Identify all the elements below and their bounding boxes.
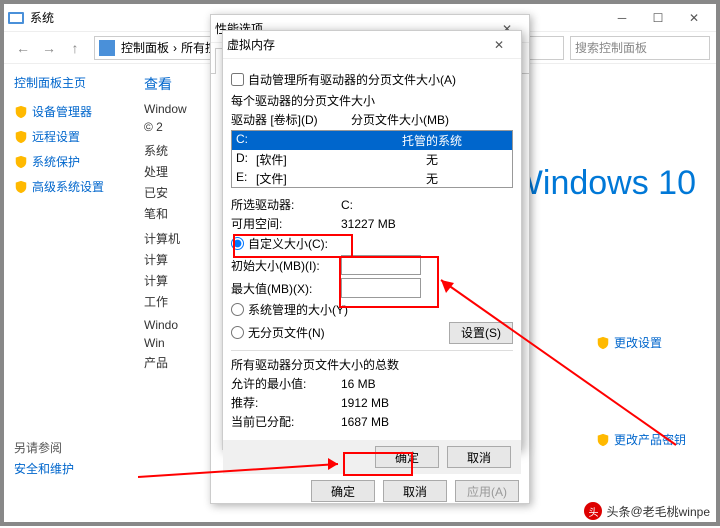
drives-group-label: 每个驱动器的分页文件大小	[231, 92, 513, 109]
forward-button[interactable]: →	[36, 35, 62, 61]
system-managed-radio[interactable]: 系统管理的大小(Y)	[231, 301, 513, 318]
close-button[interactable]: ✕	[676, 6, 712, 30]
minimize-button[interactable]: ─	[604, 6, 640, 30]
shield-icon	[14, 155, 28, 169]
no-paging-radio[interactable]: 无分页文件(N)	[231, 324, 449, 341]
vm-cancel-button[interactable]: 取消	[447, 446, 511, 468]
change-settings-link[interactable]: 更改设置	[596, 334, 686, 351]
vm-ok-button[interactable]: 确定	[375, 446, 439, 468]
search-input[interactable]: 搜索控制面板	[570, 36, 710, 60]
perf-cancel-button[interactable]: 取消	[383, 480, 447, 502]
sidebar-item-advanced[interactable]: 高级系统设置	[14, 174, 124, 199]
drive-row-e[interactable]: E:[文件]无	[232, 169, 512, 188]
watermark-logo: 头	[584, 502, 602, 520]
max-size-input[interactable]	[341, 278, 421, 298]
windows-logo: Windows 10	[511, 164, 696, 203]
change-key-link[interactable]: 更改产品密钥	[596, 431, 686, 448]
set-button[interactable]: 设置(S)	[449, 322, 513, 344]
back-button[interactable]: ←	[10, 35, 36, 61]
related-header: 另请参阅	[14, 439, 124, 456]
system-icon	[8, 10, 24, 26]
initial-size-input[interactable]	[341, 255, 421, 275]
virtual-memory-dialog: 虚拟内存 ✕ 自动管理所有驱动器的分页文件大小(A) 每个驱动器的分页文件大小 …	[222, 30, 522, 450]
shield-icon	[14, 180, 28, 194]
sidebar: 控制面板主页 设备管理器 远程设置 系统保护 高级系统设置 另请参阅 安全和维护	[4, 64, 134, 522]
vm-titlebar: 虚拟内存 ✕	[223, 31, 521, 59]
sidebar-item-security[interactable]: 安全和维护	[14, 456, 124, 481]
up-button[interactable]: ↑	[62, 35, 88, 61]
shield-icon	[596, 433, 610, 447]
shield-icon	[14, 130, 28, 144]
maximize-button[interactable]: ☐	[640, 6, 676, 30]
shield-icon	[14, 105, 28, 119]
sidebar-item-protection[interactable]: 系统保护	[14, 149, 124, 174]
vm-close-button[interactable]: ✕	[481, 33, 517, 57]
custom-size-radio[interactable]: 自定义大小(C):	[231, 235, 513, 252]
drive-row-c[interactable]: C:托管的系统	[232, 131, 512, 150]
perf-ok-button[interactable]: 确定	[311, 480, 375, 502]
auto-manage-checkbox[interactable]: 自动管理所有驱动器的分页文件大小(A)	[231, 71, 513, 88]
totals-label: 所有驱动器分页文件大小的总数	[231, 356, 513, 373]
drive-list[interactable]: C:托管的系统 D:[软件]无 E:[文件]无	[231, 130, 513, 188]
sidebar-header[interactable]: 控制面板主页	[14, 74, 124, 91]
shield-icon	[596, 336, 610, 350]
sidebar-item-remote[interactable]: 远程设置	[14, 124, 124, 149]
drive-row-d[interactable]: D:[软件]无	[232, 150, 512, 169]
sidebar-item-device-manager[interactable]: 设备管理器	[14, 99, 124, 124]
perf-apply-button[interactable]: 应用(A)	[455, 480, 519, 502]
watermark: 头 头条 @ 老毛桃winpe	[584, 502, 710, 520]
control-panel-icon	[99, 40, 115, 56]
